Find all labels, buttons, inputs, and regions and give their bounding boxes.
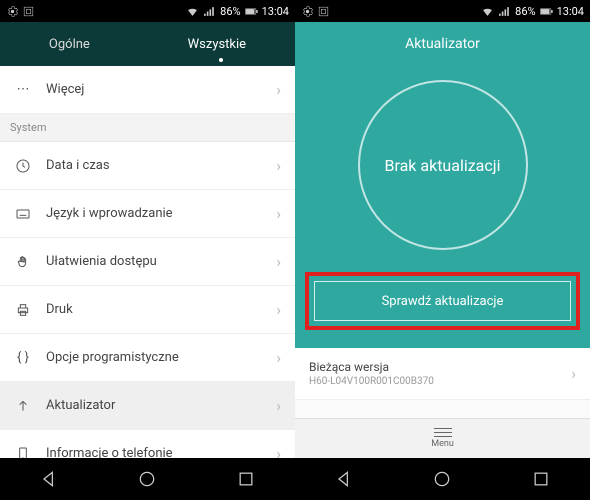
nav-bar [295,458,590,500]
row-accessibility[interactable]: Ułatwienia dostępu › [0,238,295,286]
nav-recent-icon[interactable] [236,469,256,489]
row-label: Więcej [46,82,276,97]
status-bar: 86% 13:04 [295,0,590,22]
row-label: Ułatwienia dostępu [46,254,276,269]
row-label: Opcje programistyczne [46,350,276,365]
update-status-circle: Brak aktualizacji [358,80,528,250]
updater-screen: 86% 13:04 Aktualizator Brak aktualizacji… [295,0,590,500]
screenshot-icon [22,5,35,18]
row-label: Data i czas [46,158,276,173]
version-label: Bieżąca wersja [309,360,571,374]
tabs: Ogólne Wszystkie [0,22,295,66]
chevron-right-icon: › [276,156,281,175]
row-label: Informacje o telefonie [46,446,276,458]
nav-recent-icon[interactable] [531,469,551,489]
update-icon [14,398,32,414]
version-value: H60-L04V100R001C00B370 [309,376,571,387]
nav-home-icon[interactable] [432,469,452,489]
nav-bar [0,458,295,500]
settings-list: ⋯ Więcej › System Data i czas › Język i … [0,66,295,458]
row-developer[interactable]: { } Opcje programistyczne › [0,334,295,382]
status-bar: 86% 13:04 [0,0,295,22]
update-status-text: Brak aktualizacji [385,156,501,175]
time-text: 13:04 [557,5,584,18]
signal-icon [498,5,511,18]
tab-indicator [219,58,223,62]
battery-text: 86% [220,5,240,18]
chevron-right-icon: › [276,80,281,99]
row-label: Druk [46,302,276,317]
menu-label: Menu [431,439,454,449]
row-updater[interactable]: Aktualizator › [0,382,295,430]
battery-text: 86% [515,5,535,18]
row-print[interactable]: Druk › [0,286,295,334]
row-label: Aktualizator [46,398,276,413]
gear-icon [6,5,19,18]
updater-body: Brak aktualizacji Sprawdź aktualizacje [295,66,590,348]
nav-back-icon[interactable] [334,469,354,489]
wifi-icon [186,5,199,18]
wifi-icon [481,5,494,18]
battery-icon [540,5,553,18]
section-system: System [0,114,295,142]
chevron-right-icon: › [276,252,281,271]
braces-icon: { } [14,350,32,365]
clock-icon [14,158,32,174]
gear-icon [301,5,314,18]
time-text: 13:04 [262,5,289,18]
printer-icon [14,302,32,318]
phone-icon [14,446,32,459]
row-date-time[interactable]: Data i czas › [0,142,295,190]
more-icon: ⋯ [14,82,32,97]
chevron-right-icon: › [276,348,281,367]
row-more[interactable]: ⋯ Więcej › [0,66,295,114]
chevron-right-icon: › [276,300,281,319]
row-language[interactable]: Język i wprowadzanie › [0,190,295,238]
row-about[interactable]: Informacje o telefonie › [0,430,295,458]
row-label: Język i wprowadzanie [46,206,276,221]
nav-back-icon[interactable] [39,469,59,489]
highlight-box: Sprawdź aktualizacje [305,272,580,330]
keyboard-icon [14,206,32,222]
chevron-right-icon: › [276,396,281,415]
screenshot-icon [317,5,330,18]
signal-icon [203,5,216,18]
hand-icon [14,254,32,270]
menu-button[interactable]: Menu [295,418,590,458]
settings-screen: 86% 13:04 Ogólne Wszystkie ⋯ Więcej › Sy… [0,0,295,500]
chevron-right-icon: › [571,364,576,383]
tab-all[interactable]: Wszystkie [188,25,246,64]
updater-title: Aktualizator [295,22,590,66]
battery-icon [245,5,258,18]
spacer [295,400,590,418]
tab-general[interactable]: Ogólne [49,25,90,64]
menu-icon [434,428,452,437]
nav-home-icon[interactable] [137,469,157,489]
check-updates-button[interactable]: Sprawdź aktualizacje [314,281,571,321]
row-current-version[interactable]: Bieżąca wersja H60-L04V100R001C00B370 › [295,348,590,400]
chevron-right-icon: › [276,444,281,458]
chevron-right-icon: › [276,204,281,223]
